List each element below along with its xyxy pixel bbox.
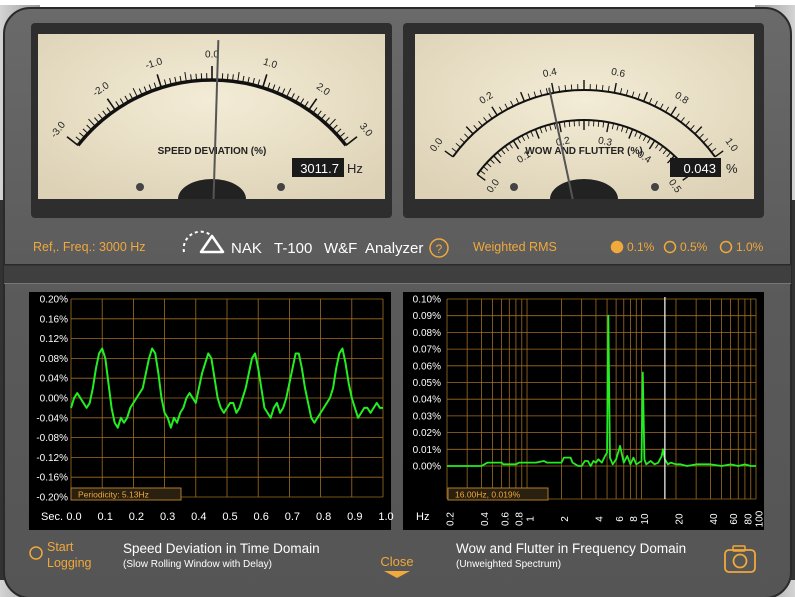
left-plot-caption: Speed Deviation in Time Domain bbox=[123, 541, 320, 556]
speed-time-plot: 0.20% 0.16% 0.12% 0.08% 0.04% 0.00% -0.04% -0.0… bbox=[29, 292, 394, 530]
x-tick-label: 0.6 bbox=[500, 512, 511, 526]
x-tick-label: 0.6 bbox=[254, 511, 269, 523]
x-tick-label: 1 bbox=[526, 516, 537, 522]
meter-screw bbox=[651, 183, 659, 191]
x-tick-label: 80 bbox=[744, 513, 755, 525]
range-option-label: 0.1% bbox=[627, 240, 655, 254]
x-tick-label: 0.5 bbox=[222, 511, 237, 523]
speed-deviation-meter: -3.0-2.0-1.00.01.02.03.0 SPEED DEVIATION… bbox=[31, 23, 392, 218]
range-radio-group: 0.1% 0.5% 1.0% bbox=[610, 240, 764, 254]
x-tick-label: 6 bbox=[615, 516, 626, 522]
y-tick-label: 0.03% bbox=[413, 411, 441, 422]
right-plot-caption: Wow and Flutter in Frequency Domain bbox=[456, 541, 686, 556]
meter-title: WOW AND FLUTTER (%) bbox=[525, 146, 642, 157]
start-logging-label: Start bbox=[47, 540, 74, 554]
y-tick-label: 0.20% bbox=[40, 295, 68, 306]
x-tick-label: 100 bbox=[755, 510, 766, 527]
y-tick-label: 0.04% bbox=[413, 395, 441, 406]
x-unit-label: Hz bbox=[416, 511, 429, 523]
y-tick-label: 0.01% bbox=[413, 445, 441, 456]
x-tick-label: 0.8 bbox=[316, 511, 331, 523]
wow-flutter-meter: 0.00.20.4 0.60.81.00.00.10.2 0.30.40.5 WOW… bbox=[403, 23, 764, 218]
brand-analyzer: Analyzer bbox=[365, 240, 423, 257]
y-tick-label: -0.16% bbox=[36, 473, 68, 484]
x-tick-label: 0.2 bbox=[446, 512, 457, 526]
y-tick-label: 0.16% bbox=[40, 314, 68, 325]
y-tick-label: 0.00% bbox=[413, 462, 441, 473]
x-tick-label: 10 bbox=[640, 513, 651, 525]
x-unit-label: Sec. bbox=[41, 511, 63, 523]
range-option-label: 1.0% bbox=[736, 240, 764, 254]
y-tick-label: 0.12% bbox=[40, 334, 68, 345]
x-tick-label: 0.4 bbox=[191, 511, 206, 523]
y-tick-label: 0.08% bbox=[413, 328, 441, 339]
y-tick-label: 0.06% bbox=[413, 361, 441, 372]
y-tick-label: 0.09% bbox=[413, 311, 441, 322]
x-tick-label: 8 bbox=[629, 516, 640, 522]
weighting-label: Weighted RMS bbox=[473, 240, 557, 254]
meter-title: SPEED DEVIATION (%) bbox=[158, 146, 267, 157]
y-tick-label: 0.00% bbox=[40, 394, 68, 405]
y-tick-label: -0.04% bbox=[36, 413, 68, 424]
speed-value: 3011.7 bbox=[300, 161, 339, 176]
y-tick-label: 0.10% bbox=[413, 295, 441, 306]
y-tick-label: -0.08% bbox=[36, 433, 68, 444]
periodicity-readout: Periodicity: 5.13Hz bbox=[78, 490, 149, 500]
section-divider bbox=[4, 264, 791, 284]
close-label: Close bbox=[380, 554, 413, 569]
x-tick-label: 1.0 bbox=[378, 511, 393, 523]
x-tick-label: 20 bbox=[675, 513, 686, 525]
x-tick-label: 40 bbox=[709, 513, 720, 525]
left-plot-subcaption: (Slow Rolling Window with Delay) bbox=[123, 559, 272, 570]
app-window: -3.0 -2.0 -1.0 0.0 1.0 2.0 3.0 SPEED DEVIATION… bbox=[0, 0, 795, 597]
cursor-readout: 16.00Hz, 0.019% bbox=[455, 490, 521, 500]
meter-screw bbox=[136, 183, 144, 191]
meter-screw bbox=[510, 183, 518, 191]
x-tick-label: 0.0 bbox=[66, 511, 81, 523]
range-option-label: 0.5% bbox=[680, 240, 708, 254]
brand-wf: W&F bbox=[324, 240, 357, 257]
y-tick-label: 0.08% bbox=[40, 354, 68, 365]
y-tick-label: 0.05% bbox=[413, 378, 441, 389]
speed-unit: Hz bbox=[347, 161, 363, 176]
brand-model: T-100 bbox=[274, 240, 312, 257]
x-tick-label: 0.7 bbox=[285, 511, 300, 523]
analyzer-ui: -3.0-2.0-1.00.01.02.03.0 SPEED DEVIATION… bbox=[0, 0, 795, 597]
x-tick-label: 0.4 bbox=[480, 512, 491, 526]
y-tick-label: -0.20% bbox=[36, 493, 68, 504]
x-tick-label: 0.2 bbox=[129, 511, 144, 523]
y-tick-label: 0.04% bbox=[40, 374, 68, 385]
y-tick-label: 0.07% bbox=[413, 345, 441, 356]
x-tick-label: 60 bbox=[729, 513, 740, 525]
x-tick-label: 4 bbox=[595, 516, 606, 522]
x-tick-label: 0.9 bbox=[347, 511, 362, 523]
x-tick-label: 0.8 bbox=[515, 512, 526, 526]
range-option-0.1%[interactable]: 0.1% bbox=[610, 240, 655, 254]
x-tick-label: 2 bbox=[560, 516, 571, 522]
ref-frequency-label: Ref,. Freq.: 3000 Hz bbox=[33, 240, 146, 254]
right-plot-subcaption: (Unweighted Spectrum) bbox=[456, 559, 561, 570]
brand-nak: NAK bbox=[231, 240, 262, 257]
radio-icon[interactable] bbox=[610, 240, 624, 254]
wow-unit: % bbox=[726, 161, 738, 176]
help-icon: ? bbox=[436, 242, 443, 256]
wow-frequency-plot: 0.10% 0.09% 0.08% 0.07% 0.06% 0.05% 0.04% 0.03%… bbox=[403, 292, 766, 530]
meter-screw bbox=[277, 183, 285, 191]
x-tick-label: 0.1 bbox=[98, 511, 113, 523]
y-tick-label: 0.02% bbox=[413, 428, 441, 439]
start-logging-label: Logging bbox=[47, 556, 92, 570]
x-tick-label: 0.3 bbox=[160, 511, 175, 523]
wow-value: 0.043 bbox=[683, 161, 716, 176]
y-tick-label: -0.12% bbox=[36, 453, 68, 464]
